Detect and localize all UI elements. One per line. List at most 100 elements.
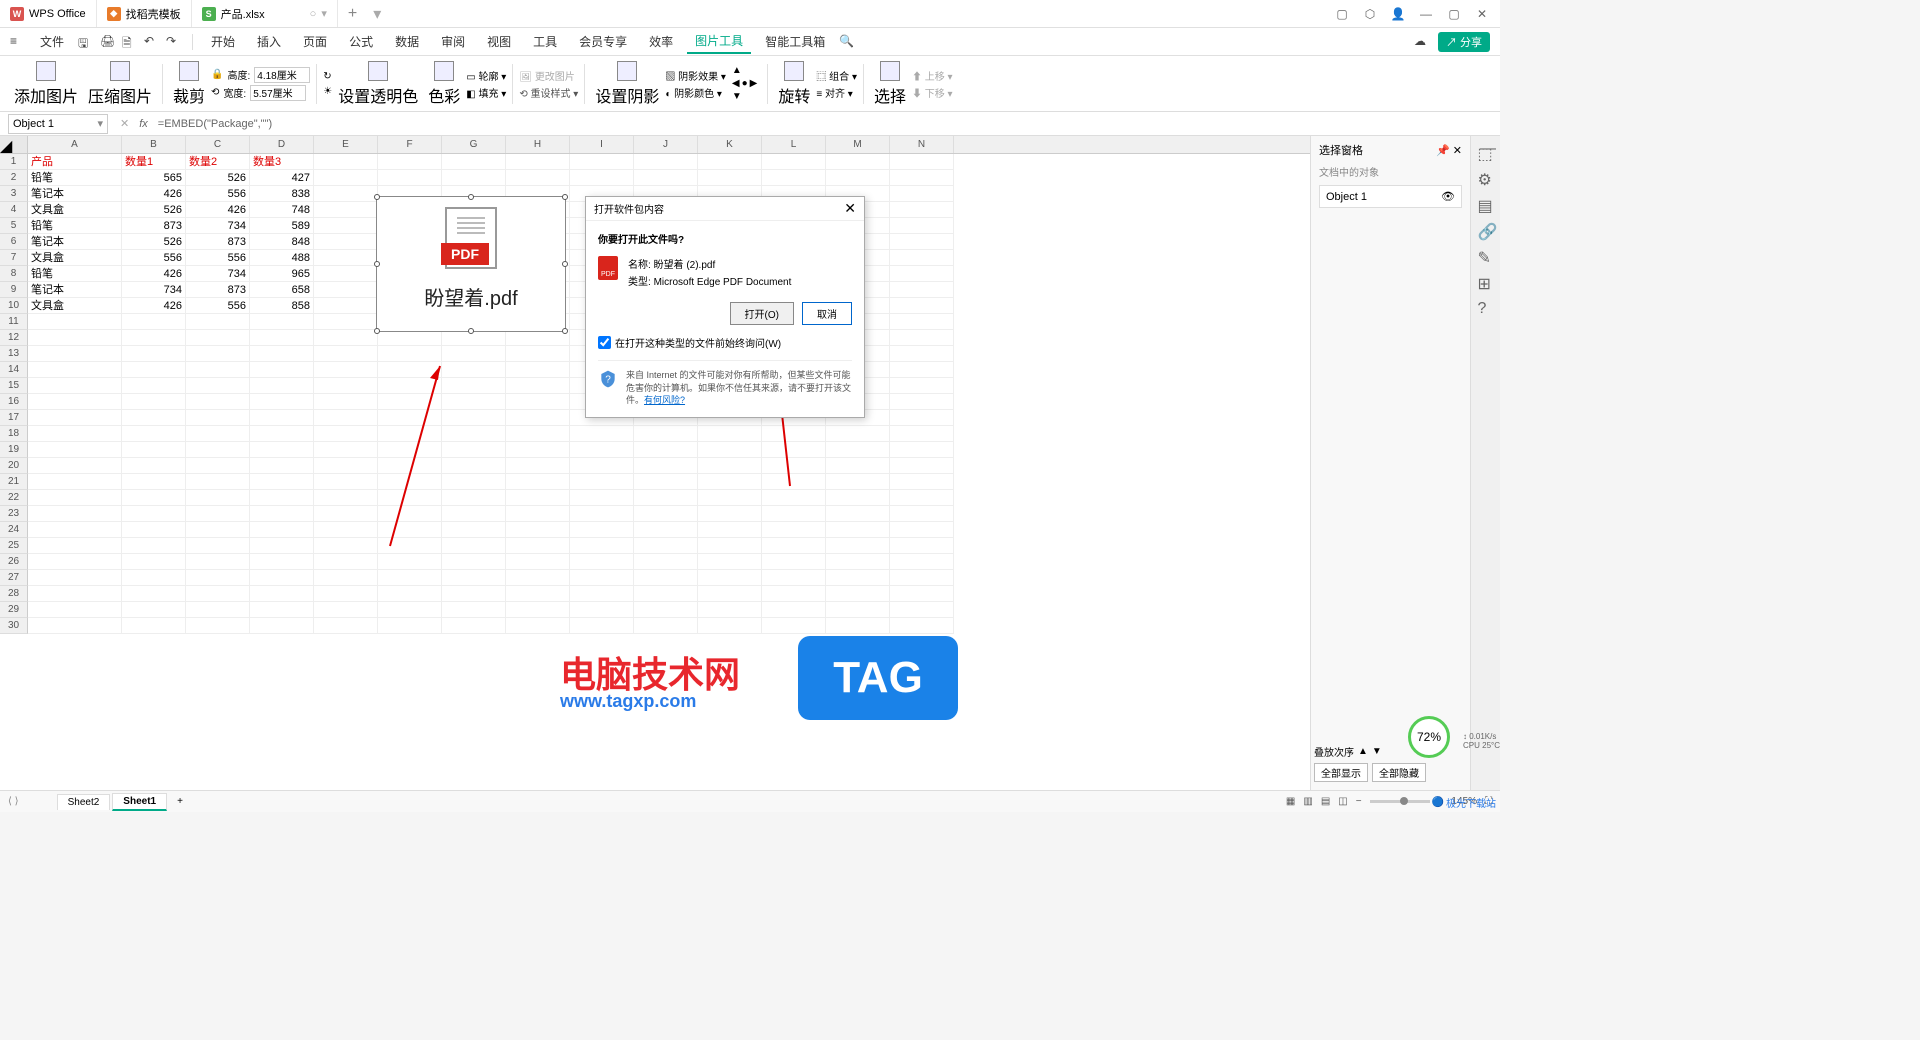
- cell[interactable]: [826, 458, 890, 474]
- cell[interactable]: [890, 506, 954, 522]
- cell[interactable]: 589: [250, 218, 314, 234]
- cell[interactable]: [698, 474, 762, 490]
- cell[interactable]: [442, 170, 506, 186]
- cell[interactable]: [634, 474, 698, 490]
- cell[interactable]: [826, 490, 890, 506]
- row-header[interactable]: 30: [0, 618, 28, 634]
- cell[interactable]: [698, 602, 762, 618]
- cell[interactable]: [314, 282, 378, 298]
- cell[interactable]: 铅笔: [28, 266, 122, 282]
- cell[interactable]: [506, 346, 570, 362]
- cell[interactable]: [762, 506, 826, 522]
- cell[interactable]: [506, 330, 570, 346]
- collapse-panel-button[interactable]: —: [1478, 140, 1498, 160]
- col-header[interactable]: M: [826, 136, 890, 153]
- cell[interactable]: [314, 522, 378, 538]
- cell[interactable]: [250, 410, 314, 426]
- cell[interactable]: [314, 266, 378, 282]
- tab-list-icon[interactable]: ▾: [367, 4, 387, 24]
- cell[interactable]: [314, 490, 378, 506]
- cell[interactable]: [506, 522, 570, 538]
- cell[interactable]: [506, 362, 570, 378]
- cell[interactable]: [122, 474, 186, 490]
- cell[interactable]: [634, 522, 698, 538]
- cell[interactable]: [506, 154, 570, 170]
- cell[interactable]: [314, 442, 378, 458]
- cell[interactable]: [442, 346, 506, 362]
- cell[interactable]: 838: [250, 186, 314, 202]
- select-all-corner[interactable]: ◢: [0, 136, 28, 153]
- cell[interactable]: [314, 426, 378, 442]
- cell[interactable]: [442, 442, 506, 458]
- cell[interactable]: [442, 362, 506, 378]
- cell[interactable]: [186, 570, 250, 586]
- group-button[interactable]: ⿴ 组合 ▾: [816, 68, 857, 83]
- cell[interactable]: [826, 602, 890, 618]
- row-header[interactable]: 28: [0, 586, 28, 602]
- cell[interactable]: [250, 490, 314, 506]
- cell[interactable]: [122, 426, 186, 442]
- cell[interactable]: [890, 298, 954, 314]
- add-sheet-button[interactable]: +: [169, 796, 191, 807]
- row-header[interactable]: 10: [0, 298, 28, 314]
- cell[interactable]: 734: [186, 266, 250, 282]
- cell[interactable]: [122, 410, 186, 426]
- menu-page[interactable]: 页面: [295, 30, 335, 53]
- cell[interactable]: [506, 570, 570, 586]
- row-header[interactable]: 5: [0, 218, 28, 234]
- cell[interactable]: [826, 522, 890, 538]
- row-header[interactable]: 9: [0, 282, 28, 298]
- add-tab-button[interactable]: +: [338, 5, 367, 23]
- cell[interactable]: [186, 458, 250, 474]
- cell[interactable]: [186, 378, 250, 394]
- cell[interactable]: 笔记本: [28, 234, 122, 250]
- cell[interactable]: 848: [250, 234, 314, 250]
- cell[interactable]: [186, 618, 250, 634]
- tab-menu-icon[interactable]: ○: [310, 8, 317, 20]
- cell[interactable]: [826, 586, 890, 602]
- cell[interactable]: [250, 458, 314, 474]
- cell[interactable]: [186, 554, 250, 570]
- cell[interactable]: [442, 554, 506, 570]
- app-icon-1[interactable]: ▢: [1334, 6, 1350, 22]
- row-header[interactable]: 12: [0, 330, 28, 346]
- cell[interactable]: [28, 474, 122, 490]
- cell[interactable]: [28, 426, 122, 442]
- cell[interactable]: [122, 506, 186, 522]
- cell[interactable]: [890, 442, 954, 458]
- cell[interactable]: 文具盒: [28, 298, 122, 314]
- cell[interactable]: [570, 570, 634, 586]
- row-header[interactable]: 25: [0, 538, 28, 554]
- menu-hamburger-icon[interactable]: ≡: [10, 34, 26, 50]
- cell[interactable]: [890, 346, 954, 362]
- cell[interactable]: [570, 538, 634, 554]
- cell[interactable]: [250, 554, 314, 570]
- align-button[interactable]: ≡ 对齐 ▾: [816, 85, 857, 100]
- cell[interactable]: [122, 522, 186, 538]
- cell[interactable]: [378, 602, 442, 618]
- cell[interactable]: [186, 506, 250, 522]
- cancel-button[interactable]: 取消: [802, 302, 852, 325]
- cell[interactable]: [890, 170, 954, 186]
- cell[interactable]: [314, 618, 378, 634]
- cell[interactable]: 873: [186, 234, 250, 250]
- app-icon-2[interactable]: ⬡: [1362, 6, 1378, 22]
- cell[interactable]: [314, 554, 378, 570]
- cell[interactable]: [570, 522, 634, 538]
- cell[interactable]: [570, 490, 634, 506]
- cell[interactable]: [762, 522, 826, 538]
- move-down-icon[interactable]: ▼: [1372, 746, 1382, 757]
- row-header[interactable]: 21: [0, 474, 28, 490]
- sheet-tab-active[interactable]: Sheet1: [112, 793, 167, 811]
- cell[interactable]: 526: [122, 234, 186, 250]
- cell[interactable]: [122, 458, 186, 474]
- object-list-item[interactable]: Object 1 👁: [1319, 185, 1462, 208]
- cell[interactable]: [826, 554, 890, 570]
- cell[interactable]: [122, 490, 186, 506]
- embedded-pdf-object[interactable]: PDF 盼望着.pdf: [376, 196, 566, 332]
- cell[interactable]: 658: [250, 282, 314, 298]
- cell[interactable]: [826, 426, 890, 442]
- cell[interactable]: [314, 218, 378, 234]
- cell[interactable]: [250, 362, 314, 378]
- menu-view[interactable]: 视图: [479, 30, 519, 53]
